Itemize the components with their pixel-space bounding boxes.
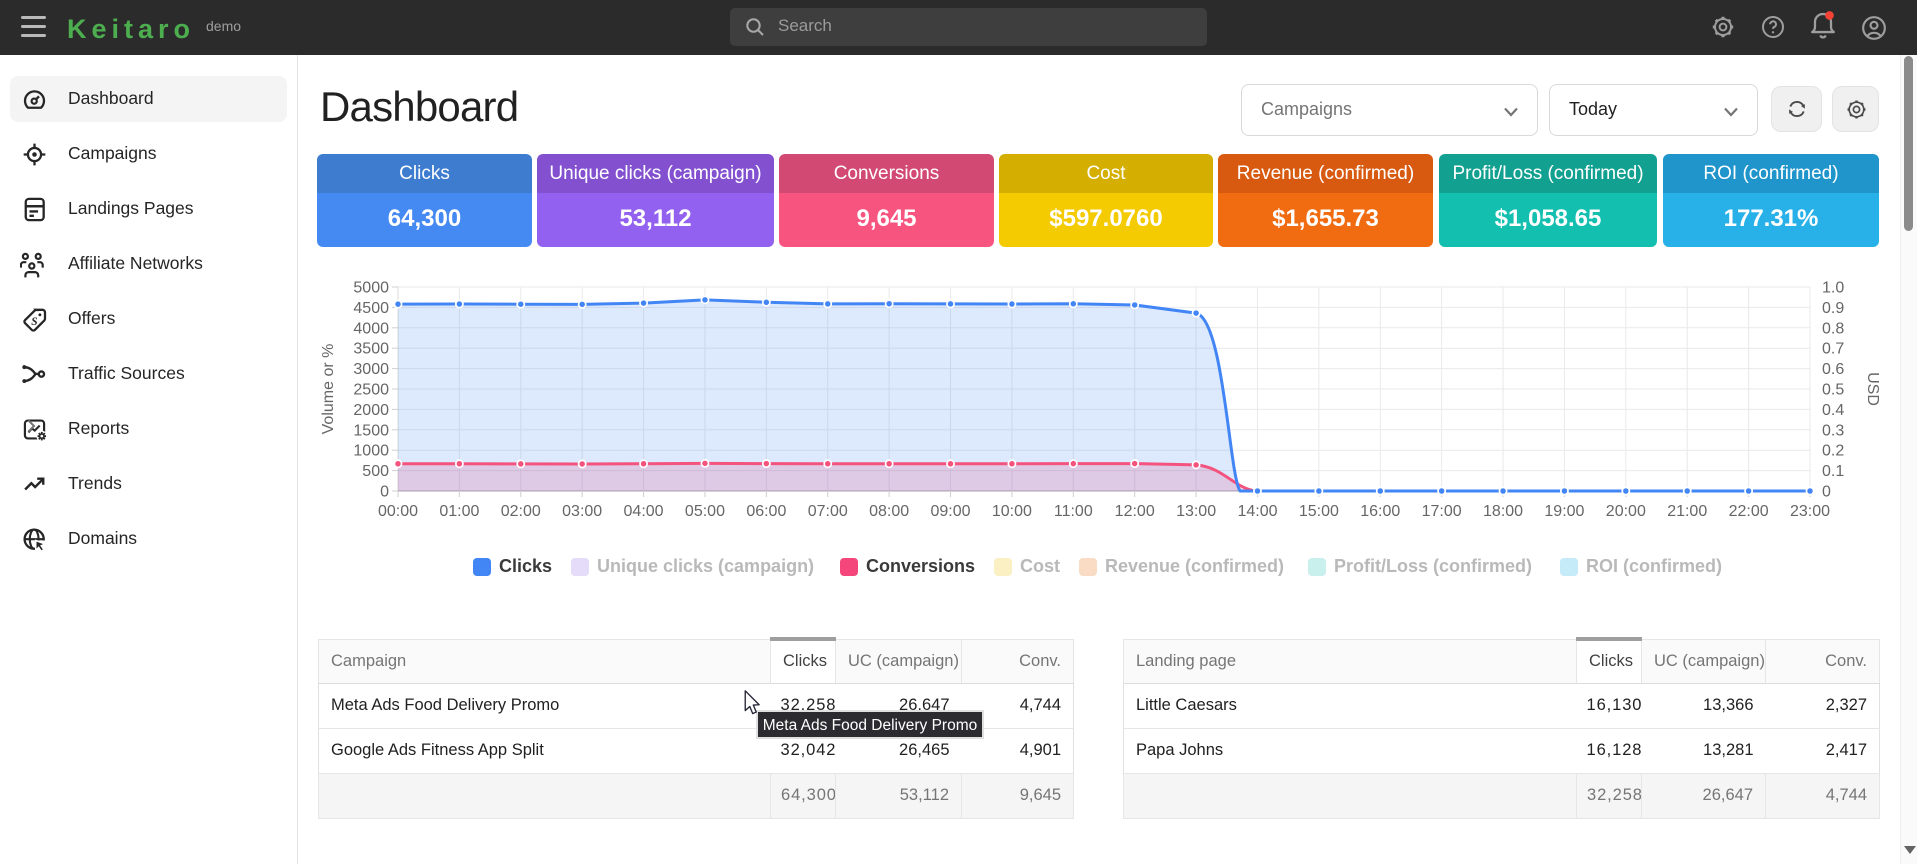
- svg-text:17:00: 17:00: [1422, 503, 1462, 520]
- svg-text:19:00: 19:00: [1544, 503, 1584, 520]
- svg-text:Volume or %: Volume or %: [320, 344, 337, 435]
- svg-text:15:00: 15:00: [1299, 503, 1339, 520]
- svg-text:01:00: 01:00: [439, 503, 479, 520]
- svg-text:0.4: 0.4: [1822, 402, 1844, 419]
- svg-text:18:00: 18:00: [1483, 503, 1523, 520]
- svg-text:03:00: 03:00: [562, 503, 602, 520]
- svg-text:2000: 2000: [353, 402, 389, 419]
- svg-text:0.2: 0.2: [1822, 443, 1844, 460]
- svg-text:0.3: 0.3: [1822, 422, 1844, 439]
- svg-text:USD: USD: [1864, 372, 1881, 406]
- svg-text:14:00: 14:00: [1237, 503, 1277, 520]
- svg-text:0: 0: [1822, 484, 1831, 501]
- svg-text:1.0: 1.0: [1822, 280, 1844, 297]
- svg-text:1000: 1000: [353, 443, 389, 460]
- svg-text:0: 0: [380, 484, 389, 501]
- svg-text:4500: 4500: [353, 300, 389, 317]
- svg-text:20:00: 20:00: [1606, 503, 1646, 520]
- svg-text:04:00: 04:00: [624, 503, 664, 520]
- svg-text:02:00: 02:00: [501, 503, 541, 520]
- svg-text:05:00: 05:00: [685, 503, 725, 520]
- svg-text:22:00: 22:00: [1729, 503, 1769, 520]
- svg-text:11:00: 11:00: [1054, 503, 1093, 520]
- svg-text:12:00: 12:00: [1115, 503, 1155, 520]
- svg-text:0.8: 0.8: [1822, 320, 1844, 337]
- svg-text:2500: 2500: [353, 382, 389, 399]
- svg-text:3000: 3000: [353, 361, 389, 378]
- svg-text:06:00: 06:00: [746, 503, 786, 520]
- svg-text:0.6: 0.6: [1822, 361, 1844, 378]
- svg-text:4000: 4000: [353, 320, 389, 337]
- svg-text:00:00: 00:00: [378, 503, 418, 520]
- svg-text:09:00: 09:00: [930, 503, 970, 520]
- svg-text:0.9: 0.9: [1822, 300, 1844, 317]
- svg-text:1500: 1500: [353, 422, 389, 439]
- svg-text:07:00: 07:00: [808, 503, 848, 520]
- svg-text:0.1: 0.1: [1822, 463, 1844, 480]
- svg-text:0.5: 0.5: [1822, 382, 1844, 399]
- svg-text:3500: 3500: [353, 341, 389, 358]
- svg-text:500: 500: [362, 463, 389, 480]
- svg-text:5000: 5000: [353, 280, 389, 297]
- svg-text:23:00: 23:00: [1790, 503, 1830, 520]
- svg-text:10:00: 10:00: [992, 503, 1032, 520]
- svg-text:0.7: 0.7: [1822, 341, 1844, 358]
- svg-text:21:00: 21:00: [1667, 503, 1707, 520]
- svg-text:13:00: 13:00: [1176, 503, 1216, 520]
- svg-text:08:00: 08:00: [869, 503, 909, 520]
- svg-text:16:00: 16:00: [1360, 503, 1400, 520]
